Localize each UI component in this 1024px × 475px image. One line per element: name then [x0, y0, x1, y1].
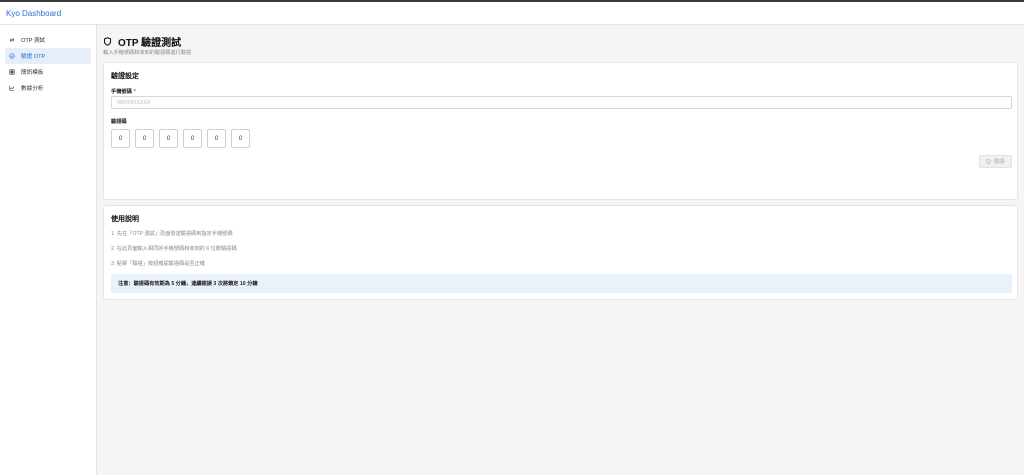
sidebar-item-label: 驗證 OTP	[21, 54, 46, 60]
check-circle-icon	[9, 53, 15, 59]
shield-icon	[103, 37, 112, 46]
sidebar-item-analytics[interactable]: 數據分析	[5, 80, 91, 96]
list-item: 1. 先在「OTP 測試」頁面發送驗證碼到指定手機號碼	[111, 231, 233, 237]
brand-logo-text[interactable]: Kyo Dashboard	[6, 9, 61, 18]
page-title-row: OTP 驗證測試	[103, 34, 181, 49]
sidebar-item-sms-templates[interactable]: 簡訊模板	[5, 64, 91, 80]
phone-label-text: 手機號碼	[111, 89, 132, 95]
chart-icon	[9, 85, 15, 91]
otp-code-inputs: 0 0 0 0 0 0	[111, 129, 255, 148]
list-item: 2. 在此頁面輸入相同的手機號碼和收到的 6 位數驗證碼	[111, 246, 237, 252]
top-header: Kyo Dashboard	[0, 2, 1024, 25]
shield-icon	[986, 159, 991, 164]
otp-digit-input[interactable]: 0	[183, 129, 202, 148]
notice-banner: 注意：驗證碼有效期為 5 分鐘，連續錯誤 3 次將鎖定 10 分鐘	[111, 274, 1012, 293]
instructions-card: 使用說明 1. 先在「OTP 測試」頁面發送驗證碼到指定手機號碼 2. 在此頁面…	[103, 205, 1018, 300]
otp-digit-input[interactable]: 0	[231, 129, 250, 148]
phone-label: 手機號碼 *	[111, 88, 136, 95]
card-title: 驗證設定	[111, 73, 139, 80]
required-mark: *	[133, 89, 136, 95]
page-title: OTP 驗證測試	[118, 38, 182, 49]
instruction-list: 1. 先在「OTP 測試」頁面發送驗證碼到指定手機號碼 2. 在此頁面輸入相同的…	[111, 230, 237, 275]
verify-settings-card: 驗證設定 手機號碼* 驗證碼 0 0 0 0 0 0 驗證	[103, 62, 1018, 200]
card-title: 使用說明	[111, 216, 139, 223]
sidebar-item-otp-test[interactable]: OTP 測試	[5, 32, 91, 48]
verify-button-label: 驗證	[994, 159, 1005, 165]
sidebar: OTP 測試 驗證 OTP 簡訊模板 數據分析	[0, 25, 97, 475]
otp-digit-input[interactable]: 0	[207, 129, 226, 148]
sidebar-item-label: 簡訊模板	[21, 70, 44, 76]
code-label: 驗證碼	[111, 119, 127, 125]
sidebar-item-label: OTP 測試	[21, 38, 46, 44]
sidebar-item-verify-otp[interactable]: 驗證 OTP	[5, 48, 91, 64]
otp-digit-input[interactable]: 0	[135, 129, 154, 148]
otp-digit-input[interactable]: 0	[159, 129, 178, 148]
otp-digit-input[interactable]: 0	[111, 129, 130, 148]
page-subtitle: 輸入手機號碼和收到的驗證碼進行驗證	[103, 50, 192, 56]
list-item: 3. 點擊「驗證」按鈕確認驗證碼是否正確	[111, 261, 205, 267]
verify-button[interactable]: 驗證	[979, 155, 1012, 168]
phone-input[interactable]	[111, 96, 1012, 109]
template-icon	[9, 69, 15, 75]
sidebar-item-label: 數據分析	[21, 86, 44, 92]
link-icon	[9, 37, 15, 43]
